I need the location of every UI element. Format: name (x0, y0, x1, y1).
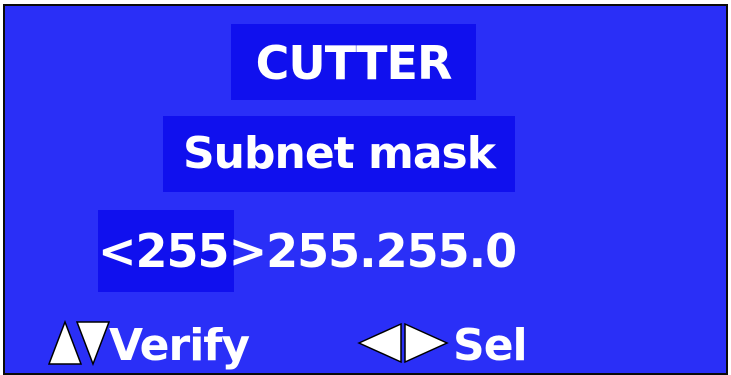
verify-label: Verify (109, 320, 250, 371)
subnet-mask-value[interactable]: <255>255.255.0 (98, 210, 558, 292)
subnet-value-text: <255>255.255.0 (98, 228, 517, 274)
left-right-keys[interactable] (357, 320, 449, 366)
remaining-octets: 255.255.0 (266, 224, 517, 278)
device-title: CUTTER (255, 36, 453, 90)
selected-octet[interactable]: <255> (98, 224, 267, 278)
parameter-highlight: Subnet mask (163, 116, 515, 192)
left-triangle-icon[interactable] (357, 322, 402, 364)
up-triangle-icon[interactable] (47, 320, 83, 365)
up-down-keys[interactable] (47, 320, 111, 366)
title-highlight: CUTTER (231, 24, 476, 100)
right-triangle-icon[interactable] (404, 322, 449, 364)
parameter-label: Subnet mask (182, 128, 496, 179)
lcd-screen: CUTTER Subnet mask <255>255.255.0 Verify… (3, 4, 728, 375)
softkey-footer: Verify Sel (5, 306, 726, 373)
select-label: Sel (453, 320, 528, 371)
down-triangle-icon[interactable] (75, 321, 111, 366)
